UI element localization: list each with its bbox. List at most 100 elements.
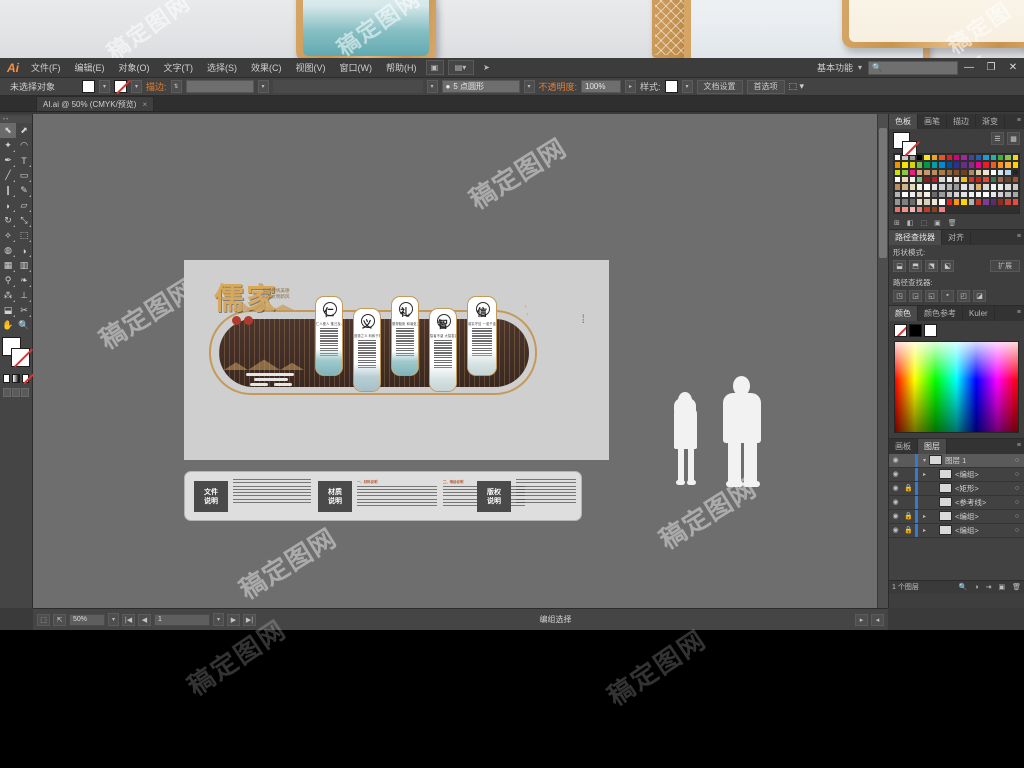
- swatch-cell[interactable]: [894, 190, 902, 199]
- panel-menu-icon[interactable]: ≡: [1017, 117, 1021, 124]
- black-color-chip[interactable]: [909, 323, 922, 337]
- tab-pathfinder[interactable]: 路径查找器: [889, 229, 942, 245]
- toolbox-grip[interactable]: ••: [0, 116, 32, 123]
- layer-target-icon[interactable]: ○: [1010, 513, 1024, 520]
- shape-builder-tool[interactable]: ◍: [0, 243, 16, 258]
- tab-swatches[interactable]: 色板: [889, 114, 918, 129]
- eraser-tool[interactable]: ▱: [16, 198, 32, 213]
- new-swatch-icon[interactable]: ▣: [934, 219, 941, 227]
- swatch-cell[interactable]: [1004, 198, 1012, 206]
- swatch-cell[interactable]: [930, 154, 939, 162]
- swatch-cell[interactable]: [989, 168, 998, 177]
- intersect-icon[interactable]: ⬔: [925, 259, 938, 272]
- opacity-dropdown-icon[interactable]: ▸: [625, 80, 637, 93]
- menu-window[interactable]: 窗口(W): [333, 59, 380, 77]
- swatch-cell[interactable]: [1011, 190, 1020, 199]
- delete-layer-icon[interactable]: 🗑: [1012, 583, 1021, 591]
- stroke-weight-dropdown-icon[interactable]: ▾: [257, 80, 269, 93]
- layer-visibility-icon[interactable]: ◉: [889, 512, 902, 520]
- swatch-cell[interactable]: [967, 161, 975, 169]
- layer-row[interactable]: ◉ ▸ <编组> ○: [889, 467, 1024, 482]
- swatch-cell[interactable]: [938, 168, 946, 177]
- swatch-cell[interactable]: [1011, 176, 1020, 184]
- swatch-cell[interactable]: [989, 176, 998, 184]
- active-stroke-swatch[interactable]: [902, 141, 917, 156]
- list-view-icon[interactable]: ☰: [991, 132, 1004, 145]
- layer-target-icon[interactable]: ○: [1010, 471, 1024, 478]
- direct-selection-tool[interactable]: ⬈: [16, 123, 32, 138]
- swatch-cell[interactable]: [1004, 161, 1012, 169]
- swatch-cell[interactable]: [930, 205, 939, 213]
- stroke-weight-input[interactable]: [185, 80, 254, 93]
- swatch-cell[interactable]: [952, 183, 961, 191]
- mesh-tool[interactable]: ▥: [16, 258, 32, 273]
- swatch-cell[interactable]: [982, 168, 990, 177]
- swatch-cell[interactable]: [952, 168, 961, 177]
- menu-edit[interactable]: 编辑(E): [68, 59, 112, 77]
- zoom-tool[interactable]: 🔍: [16, 318, 32, 333]
- swatch-cell[interactable]: [952, 190, 961, 199]
- type-tool[interactable]: T: [16, 153, 32, 168]
- zoom-level-input[interactable]: 50%: [69, 613, 105, 626]
- layer-target-icon[interactable]: ○: [1010, 499, 1024, 506]
- color-spectrum[interactable]: [894, 340, 1019, 433]
- swatch-cell[interactable]: [945, 198, 953, 206]
- swatch-cell[interactable]: [982, 161, 990, 169]
- tab-stroke[interactable]: 描边: [947, 114, 976, 129]
- swatch-cell[interactable]: [930, 176, 939, 184]
- layer-lock-icon[interactable]: 🔒: [902, 526, 915, 534]
- magic-wand-tool[interactable]: ✦: [0, 138, 16, 153]
- search-input[interactable]: 🔍: [868, 60, 958, 75]
- document-setup-button[interactable]: 文档设置: [696, 79, 743, 94]
- swatch-link-icon[interactable]: ◧: [907, 219, 914, 227]
- swatch-cell[interactable]: [967, 168, 975, 177]
- artboard[interactable]: 儒家 弘扬传统美德 树牢文明新风 〝 〞 ⁞ 仁 仁人爱人 推己及人 义 道德之…: [184, 260, 609, 460]
- layer-target-icon[interactable]: ○: [1010, 457, 1024, 464]
- swatch-libraries-icon[interactable]: ⊞: [894, 219, 900, 227]
- swatch-cell[interactable]: [1011, 154, 1020, 162]
- screen-mode-fullmenu-icon[interactable]: [12, 388, 20, 397]
- value-panel-li[interactable]: 礼 循规蹈矩 和谐处之: [391, 296, 419, 376]
- screen-mode-normal-icon[interactable]: [3, 388, 11, 397]
- swatch-cell[interactable]: [960, 198, 968, 206]
- swatch-cell[interactable]: [945, 161, 953, 169]
- swatch-cell[interactable]: [974, 190, 983, 199]
- swatch-cell[interactable]: [930, 190, 939, 199]
- status-menu-icon[interactable]: ▸: [855, 613, 868, 626]
- zoom-dropdown-icon[interactable]: ▾: [108, 613, 119, 626]
- hand-tool[interactable]: ✋: [0, 318, 16, 333]
- document-tab[interactable]: AI.ai @ 50% (CMYK/预览) ×: [36, 96, 155, 111]
- swatch-cell[interactable]: [997, 198, 1005, 206]
- swatch-cell[interactable]: [989, 183, 998, 191]
- swatch-cell[interactable]: [967, 198, 975, 206]
- swatch-cell[interactable]: [967, 190, 975, 199]
- merge-icon[interactable]: ◱: [925, 289, 938, 302]
- swatch-cell[interactable]: [938, 161, 946, 169]
- layer-lock-icon[interactable]: 🔒: [902, 484, 915, 492]
- swatch-cell[interactable]: [908, 190, 917, 199]
- swatch-cell[interactable]: [997, 183, 1005, 191]
- menu-object[interactable]: 对象(O): [112, 59, 157, 77]
- panel-menu-icon[interactable]: ≡: [1017, 233, 1021, 240]
- swatch-cell[interactable]: [1004, 168, 1012, 177]
- pen-tool[interactable]: ✒: [0, 153, 16, 168]
- swatch-cell[interactable]: [945, 190, 953, 199]
- swatch-cell[interactable]: [908, 198, 917, 206]
- layer-expand-icon[interactable]: ▸: [920, 513, 929, 520]
- swatch-cell[interactable]: [974, 198, 983, 206]
- swatch-cell[interactable]: [901, 190, 909, 199]
- layer-expand-icon[interactable]: ▸: [920, 471, 929, 478]
- swatch-cell[interactable]: [938, 190, 946, 199]
- blend-tool[interactable]: ❧: [16, 273, 32, 288]
- eyedropper-tool[interactable]: ⚲: [0, 273, 16, 288]
- swatch-cell[interactable]: [930, 183, 939, 191]
- perspective-grid-tool[interactable]: ▦: [0, 258, 16, 273]
- swatch-cell[interactable]: [894, 168, 902, 177]
- column-graph-tool[interactable]: ⊥: [16, 288, 32, 303]
- value-panel-xin[interactable]: 信 诚实守信 一诺千金: [467, 296, 497, 376]
- swatch-cell[interactable]: [923, 168, 931, 177]
- close-icon[interactable]: ×: [142, 100, 147, 109]
- layer-visibility-icon[interactable]: ◉: [889, 470, 902, 478]
- swatch-cell[interactable]: [1011, 168, 1020, 177]
- crop-icon[interactable]: ▪: [941, 289, 954, 302]
